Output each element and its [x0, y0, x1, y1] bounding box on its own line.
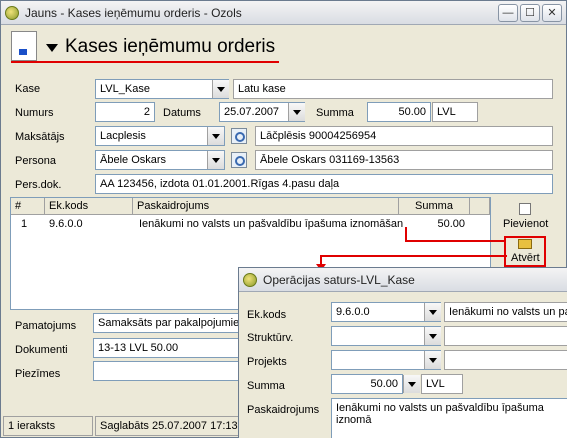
cell-ekkods: 9.6.0.0 — [49, 218, 83, 230]
title-bar: Jauns - Kases ieņēmumu orderis - Ozols —… — [1, 1, 566, 25]
status-saved: Saglabāts 25.07.2007 17:13 — [95, 416, 245, 436]
dokumenti-label: Dokumenti — [15, 344, 68, 356]
popup-struktv-name — [444, 326, 567, 346]
kase-label: Kase — [15, 83, 41, 95]
popup-projekts-name — [444, 350, 567, 370]
popup-ekkods-dropdown-icon[interactable] — [424, 303, 441, 321]
pamatojums-label: Pamatojums — [15, 320, 77, 332]
kase-select[interactable]: LVL_Kase — [95, 79, 229, 99]
cell-summa: 50.00 — [437, 218, 465, 230]
connector-line — [321, 255, 507, 257]
minimize-button[interactable]: — — [498, 4, 518, 22]
folder-open-icon[interactable] — [518, 239, 532, 249]
popup-ekkods-label: Ek.kods — [247, 309, 287, 321]
piezimes-label: Piezīmes — [15, 368, 61, 380]
menu-arrow-icon[interactable] — [46, 44, 58, 52]
cell-num: 1 — [21, 218, 28, 230]
persdok-input[interactable]: AA 123456, izdota 01.01.2001.Rīgas 4.pas… — [95, 174, 553, 194]
persona-dropdown-icon[interactable] — [207, 151, 224, 169]
datums-label: Datums — [163, 107, 201, 119]
cell-paskaidrojums: Ienākumi no valsts un pašvaldību īpašuma… — [139, 218, 404, 230]
col-header-summa[interactable]: Summa — [399, 198, 470, 215]
app-icon — [5, 6, 19, 20]
document-icon — [11, 31, 37, 61]
open-button[interactable]: Atvērt — [511, 252, 540, 264]
popup-summa-input[interactable]: 50.00 — [331, 374, 403, 394]
popup-projekts-dropdown-icon[interactable] — [424, 351, 441, 369]
popup-summa-label: Summa — [247, 380, 285, 392]
connector-line — [405, 227, 407, 241]
maksatajs-full-field: Lāčplēsis 90004256954 — [255, 126, 553, 146]
add-button[interactable]: Pievienot — [503, 218, 548, 230]
col-header-paskaidrojums[interactable]: Paskaidrojums — [133, 198, 399, 215]
numurs-input[interactable]: 2 — [95, 102, 155, 122]
popup-projekts-label: Projekts — [247, 356, 287, 368]
title-underline — [11, 61, 279, 63]
popup-paskaid-input[interactable]: Ienākumi no valsts un pašvaldību īpašuma… — [331, 398, 567, 438]
col-header-num[interactable]: # — [11, 198, 45, 215]
numurs-label: Numurs — [15, 107, 54, 119]
persona-select[interactable]: Ābele Oskars — [95, 150, 225, 170]
col-header-spacer — [470, 198, 490, 215]
dialog-title: Operācijas saturs-LVL_Kase — [263, 273, 415, 287]
popup-struktv-dropdown-icon[interactable] — [424, 327, 441, 345]
datums-dropdown-icon[interactable] — [288, 103, 305, 121]
col-header-ekkods[interactable]: Ek.kods — [45, 198, 133, 215]
maksatajs-dropdown-icon[interactable] — [207, 127, 224, 145]
pamatojums-input[interactable]: Samaksāts par pakalpojumiem — [93, 313, 243, 333]
operation-dialog: Operācijas saturs-LVL_Kase Ek.kods 9.6.0… — [238, 267, 567, 438]
persona-lookup-icon[interactable] — [231, 152, 247, 168]
persdok-label: Pers.dok. — [15, 179, 62, 191]
kase-dropdown-icon[interactable] — [212, 80, 229, 98]
popup-paskaid-label: Paskaidrojums — [247, 404, 320, 416]
persona-full-field: Ābele Oskars 031169-13563 — [255, 150, 553, 170]
window-title: Jauns - Kases ieņēmumu orderis - Ozols — [25, 6, 242, 20]
kase-name-field: Latu kase — [233, 79, 553, 99]
dokumenti-input[interactable]: 13-13 LVL 50.00 — [93, 338, 243, 358]
persona-label: Persona — [15, 155, 56, 167]
popup-summa-dropdown-icon[interactable] — [403, 375, 420, 393]
summa-label: Summa — [316, 107, 354, 119]
popup-summa-currency: LVL — [421, 374, 463, 394]
close-button[interactable]: ✕ — [542, 4, 562, 22]
maksatajs-label: Maksātājs — [15, 131, 65, 143]
app-icon — [243, 273, 257, 287]
connector-line — [405, 240, 505, 242]
summa-input[interactable]: 50.00 — [367, 102, 431, 122]
maksatajs-lookup-icon[interactable] — [231, 128, 247, 144]
piezimes-input[interactable] — [93, 361, 243, 381]
dialog-title-bar: Operācijas saturs-LVL_Kase — [239, 268, 567, 292]
page-title: Kases ieņēmumu orderis — [65, 36, 276, 57]
maximize-button[interactable]: ☐ — [520, 4, 540, 22]
status-count: 1 ieraksts — [3, 416, 93, 436]
popup-ekkods-name: Ienākumi no valsts un pa — [444, 302, 567, 322]
maksatajs-select[interactable]: Lacplesis — [95, 126, 225, 146]
summa-currency: LVL — [432, 102, 478, 122]
new-document-icon[interactable] — [519, 203, 531, 215]
popup-struktv-label: Struktūrv. — [247, 332, 294, 344]
